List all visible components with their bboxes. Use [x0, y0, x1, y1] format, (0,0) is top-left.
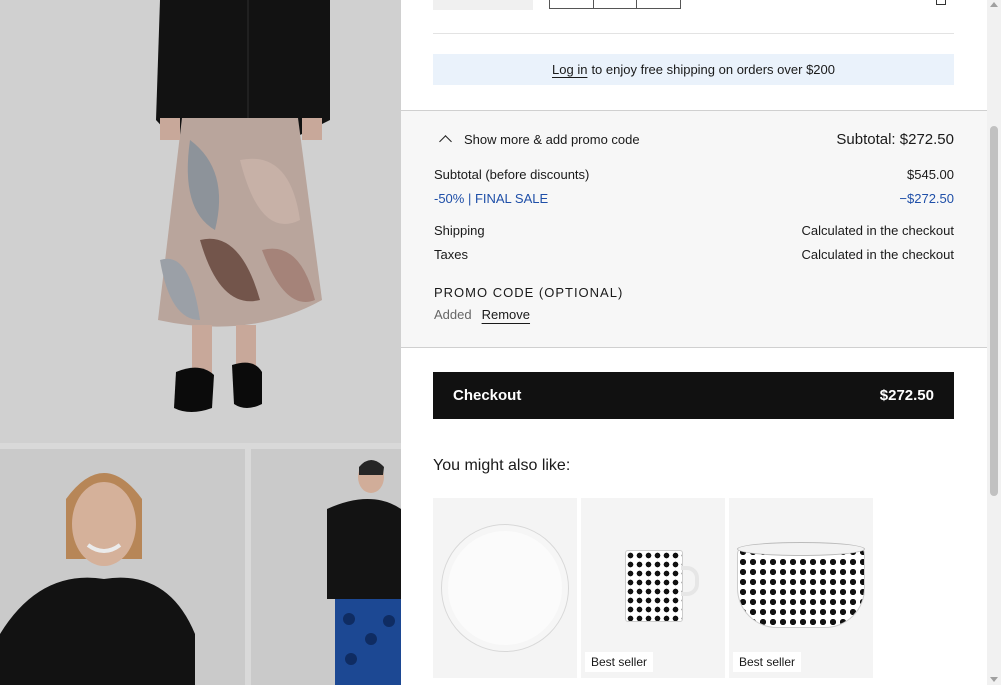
suggestion-card-bowl[interactable]: Best seller	[729, 498, 873, 678]
chevron-up-icon	[439, 135, 452, 148]
cart-item-thumbnail[interactable]	[433, 0, 533, 10]
subtotal-header: Subtotal: $272.50	[836, 130, 954, 148]
best-seller-badge: Best seller	[733, 652, 802, 672]
scroll-up-icon[interactable]	[990, 2, 998, 7]
promo-code-status: Added Remove	[434, 307, 530, 322]
summary-row-taxes: Taxes Calculated in the checkout	[434, 247, 954, 262]
order-summary: Show more & add promo code Subtotal: $27…	[401, 110, 987, 348]
summary-row-shipping: Shipping Calculated in the checkout	[434, 223, 954, 238]
trash-icon[interactable]	[936, 0, 946, 5]
scrollbar[interactable]	[987, 0, 1001, 685]
suggestion-card-mug[interactable]: Best seller	[581, 498, 725, 678]
increase-button[interactable]	[637, 0, 680, 8]
gallery-image-model-full[interactable]	[251, 449, 401, 685]
cart-item-row	[433, 0, 954, 34]
summary-row-discount: -50% | FINAL SALE −$272.50	[434, 191, 954, 206]
row-value: Calculated in the checkout	[801, 223, 954, 238]
quantity-value	[594, 0, 638, 8]
row-value: Calculated in the checkout	[801, 247, 954, 262]
row-value: $545.00	[907, 167, 954, 182]
promo-code-label: PROMO CODE (OPTIONAL)	[434, 285, 624, 300]
row-value: −$272.50	[899, 191, 954, 206]
checkout-amount: $272.50	[879, 387, 934, 404]
plate-image	[441, 524, 569, 652]
row-label: -50% | FINAL SALE	[434, 191, 549, 206]
free-shipping-banner: Log in to enjoy free shipping on orders …	[433, 54, 954, 85]
dim-overlay	[0, 0, 401, 443]
checkout-button[interactable]: Checkout $272.50	[433, 372, 954, 419]
login-link[interactable]: Log in	[552, 62, 587, 77]
best-seller-badge: Best seller	[585, 652, 654, 672]
cart-drawer: Log in to enjoy free shipping on orders …	[401, 0, 987, 685]
scroll-down-icon[interactable]	[990, 677, 998, 682]
show-more-toggle[interactable]: Show more & add promo code	[434, 131, 640, 148]
gallery-image-model-skirt[interactable]	[0, 0, 401, 443]
row-label: Shipping	[434, 223, 485, 238]
row-label: Taxes	[434, 247, 468, 262]
checkout-label: Checkout	[453, 387, 522, 404]
summary-row-subtotal: Subtotal (before discounts) $545.00	[434, 167, 954, 182]
gallery-image-model-portrait[interactable]	[0, 449, 245, 685]
decrease-button[interactable]	[550, 0, 594, 8]
suggestions-list: Best seller Best seller	[433, 498, 873, 678]
suggestions-title: You might also like:	[433, 457, 571, 474]
free-shipping-text: to enjoy free shipping on orders over $2…	[591, 62, 835, 77]
suggestion-card-plate[interactable]	[433, 498, 577, 678]
quantity-stepper[interactable]	[549, 0, 681, 9]
mug-image	[625, 550, 683, 622]
promo-remove-link[interactable]: Remove	[482, 307, 530, 322]
row-label: Subtotal (before discounts)	[434, 167, 590, 182]
scrollbar-thumb[interactable]	[990, 126, 998, 496]
bowl-image	[737, 546, 865, 628]
product-gallery	[0, 0, 401, 685]
summary-header: Show more & add promo code Subtotal: $27…	[434, 129, 954, 149]
promo-added-text: Added	[434, 307, 472, 322]
show-more-label: Show more & add promo code	[464, 131, 640, 147]
